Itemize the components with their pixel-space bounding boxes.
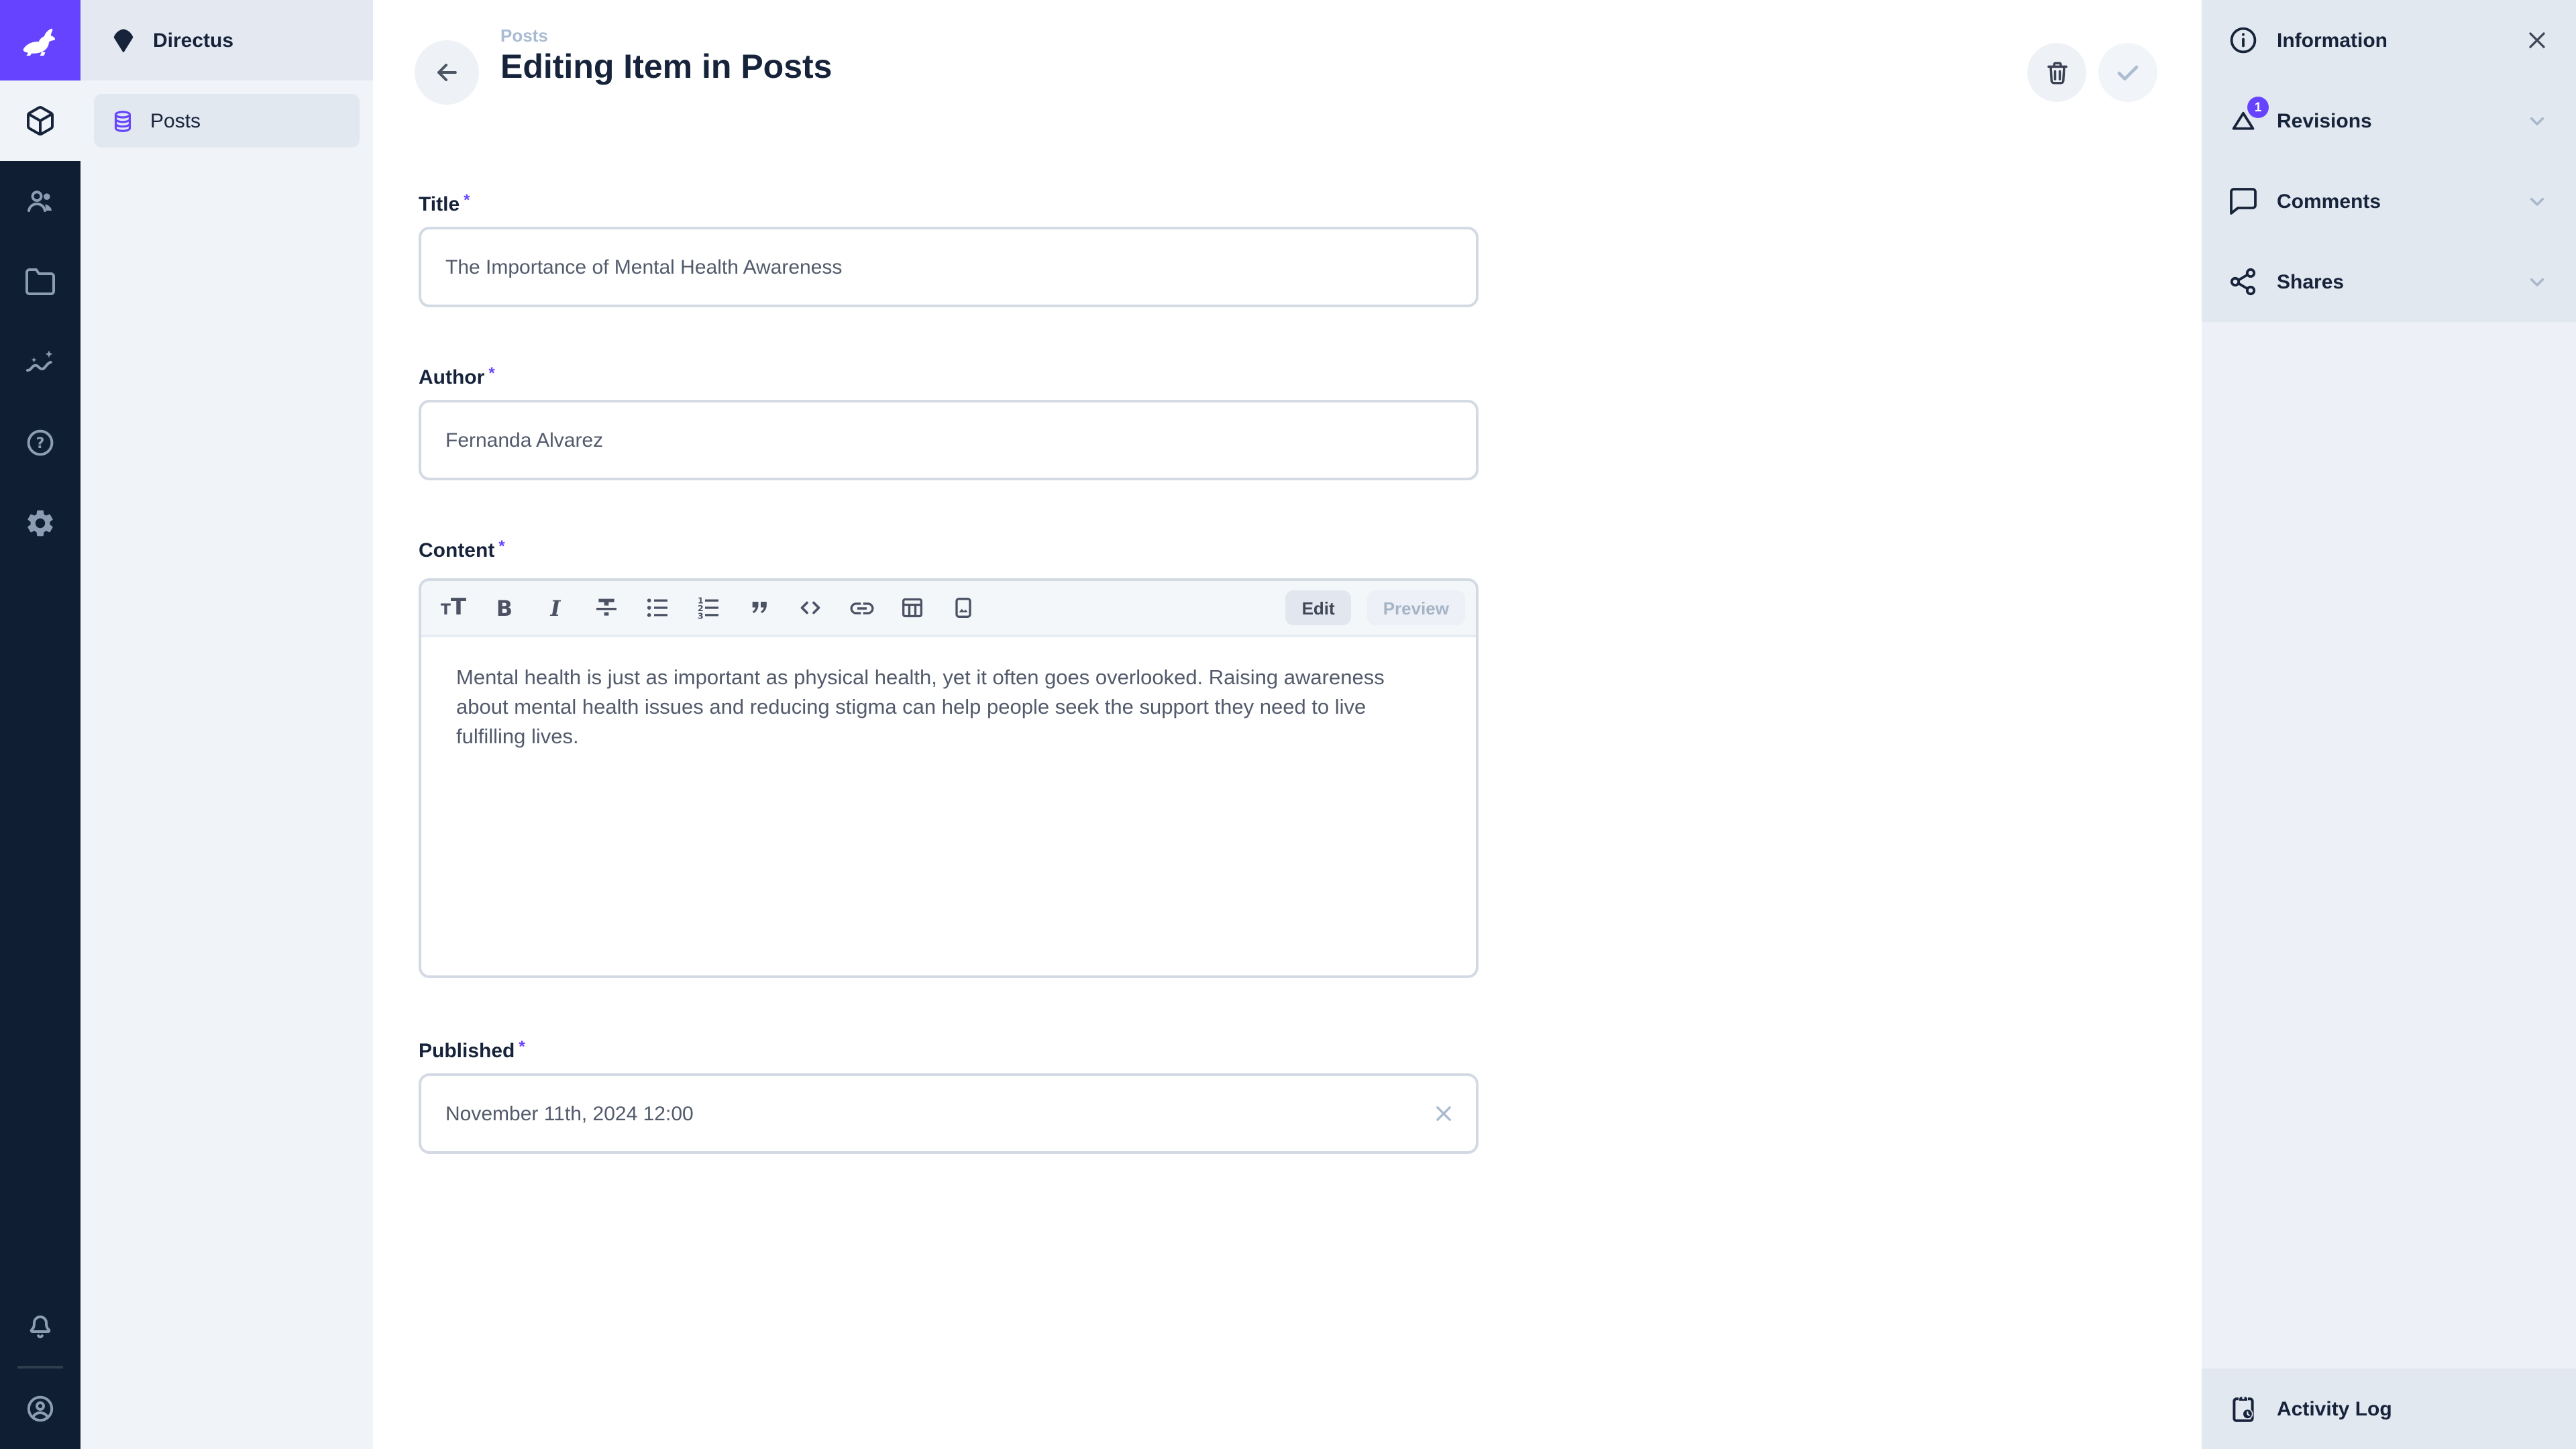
- comment-icon: [2227, 185, 2259, 217]
- revisions-icon: 1: [2227, 105, 2259, 137]
- save-button[interactable]: [2098, 43, 2157, 102]
- table-button[interactable]: [887, 584, 938, 632]
- code-button[interactable]: [785, 584, 836, 632]
- users-icon: [24, 185, 56, 217]
- title-input[interactable]: [419, 227, 1479, 307]
- sidebar-empty-area: [2202, 322, 2576, 1368]
- revisions-count-badge: 1: [2247, 97, 2269, 118]
- published-field: [419, 1073, 1479, 1154]
- project-header[interactable]: Directus: [80, 0, 373, 80]
- author-input[interactable]: [419, 400, 1479, 480]
- clear-date-icon[interactable]: [1430, 1100, 1457, 1127]
- content-textarea[interactable]: Mental health is just as important as ph…: [421, 637, 1476, 753]
- trash-icon: [2043, 58, 2071, 87]
- rabbit-icon: [17, 17, 63, 63]
- content-field-label: Content*: [419, 537, 505, 562]
- module-user-directory[interactable]: [0, 161, 80, 241]
- module-insights[interactable]: [0, 322, 80, 402]
- numbered-list-icon: 1 2 3: [695, 594, 722, 621]
- insights-icon: [24, 346, 56, 378]
- directus-logo[interactable]: [0, 0, 80, 80]
- database-icon: [110, 108, 136, 133]
- required-marker: *: [464, 191, 470, 209]
- strikethrough-icon: [593, 594, 620, 621]
- editor-mode-toggle: Edit Preview: [1286, 590, 1465, 625]
- editor-toolbar: TT B I: [421, 581, 1476, 637]
- author-field-label: Author*: [419, 364, 495, 389]
- close-sidebar-icon[interactable]: [2524, 27, 2551, 54]
- chevron-down-icon: [2524, 107, 2551, 134]
- preview-mode-button[interactable]: Preview: [1367, 590, 1465, 625]
- sidebar-section-information[interactable]: Information: [2202, 0, 2576, 80]
- navigation-sidebar: Directus Posts: [80, 0, 373, 1449]
- bell-icon: [24, 1309, 56, 1342]
- account-icon: [24, 1393, 56, 1425]
- module-content[interactable]: [0, 80, 80, 161]
- arrow-left-icon: [432, 58, 462, 87]
- sidebar-section-shares[interactable]: Shares: [2202, 241, 2576, 322]
- activity-log-icon: [2227, 1393, 2259, 1425]
- sidebar-activity-log[interactable]: Activity Log: [2202, 1368, 2576, 1449]
- blockquote-icon: [746, 594, 773, 621]
- link-button[interactable]: [836, 584, 887, 632]
- bulleted-list-icon: [644, 594, 671, 621]
- chevron-down-icon: [2524, 268, 2551, 295]
- notifications-button[interactable]: [0, 1285, 80, 1366]
- delete-button[interactable]: [2027, 43, 2086, 102]
- module-bar: ?: [0, 0, 80, 1449]
- sidebar-section-revisions[interactable]: 1 Revisions: [2202, 80, 2576, 161]
- breadcrumb[interactable]: Posts: [500, 25, 548, 46]
- chevron-down-icon: [2524, 188, 2551, 215]
- strikethrough-button[interactable]: [581, 584, 632, 632]
- directus-app: ?: [0, 0, 2576, 1449]
- bulleted-list-button[interactable]: [632, 584, 683, 632]
- edit-mode-button[interactable]: Edit: [1286, 590, 1351, 625]
- title-field-label: Title*: [419, 191, 470, 216]
- markdown-editor: TT B I: [419, 578, 1479, 978]
- format-size-button[interactable]: TT: [428, 584, 479, 632]
- account-button[interactable]: [0, 1368, 80, 1449]
- numbered-list-button[interactable]: 1 2 3: [683, 584, 734, 632]
- folder-icon: [24, 266, 56, 298]
- page-title: Editing Item in Posts: [500, 48, 833, 87]
- published-field-label: Published*: [419, 1037, 525, 1063]
- table-icon: [899, 594, 926, 621]
- back-button[interactable]: [415, 40, 479, 105]
- check-icon: [2112, 56, 2144, 89]
- project-fan-icon: [109, 25, 138, 55]
- required-marker: *: [519, 1037, 525, 1056]
- box-icon: [24, 105, 56, 137]
- code-icon: [797, 594, 824, 621]
- image-icon: [950, 594, 977, 621]
- svg-text:?: ?: [36, 435, 45, 452]
- module-settings[interactable]: [0, 483, 80, 564]
- required-marker: *: [498, 537, 504, 555]
- published-input[interactable]: [419, 1073, 1479, 1154]
- project-name: Directus: [153, 29, 233, 52]
- gear-icon: [24, 507, 56, 539]
- main-content: Posts Editing Item in Posts Title*: [373, 0, 2202, 1449]
- link-icon: [847, 594, 875, 622]
- required-marker: *: [488, 364, 494, 382]
- bold-button[interactable]: B: [479, 584, 530, 632]
- nav-item-posts[interactable]: Posts: [94, 94, 360, 148]
- italic-button[interactable]: I: [530, 584, 581, 632]
- info-icon: [2227, 24, 2259, 56]
- right-sidebar: Information 1 Revisions: [2202, 0, 2576, 1449]
- module-documentation[interactable]: ?: [0, 402, 80, 483]
- help-icon: ?: [24, 427, 56, 459]
- blockquote-button[interactable]: [734, 584, 785, 632]
- share-icon: [2227, 266, 2259, 298]
- image-button[interactable]: [938, 584, 989, 632]
- sidebar-section-comments[interactable]: Comments: [2202, 161, 2576, 241]
- svg-text:3: 3: [698, 611, 704, 621]
- nav-item-label: Posts: [150, 109, 201, 132]
- module-file-library[interactable]: [0, 241, 80, 322]
